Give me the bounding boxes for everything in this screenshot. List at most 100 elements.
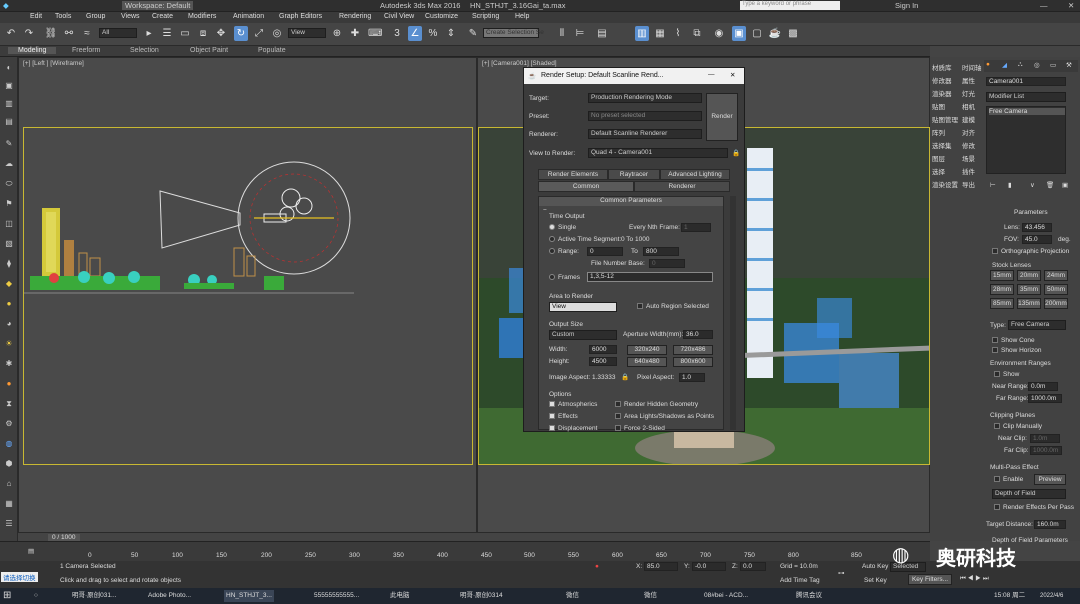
time-slider[interactable]: 0 / 1000 (48, 534, 80, 541)
ortho-checkbox[interactable]: Orthographic Projection (992, 248, 1069, 255)
frames-input[interactable]: 1,3,5-12 (587, 272, 713, 282)
selection-filter-dropdown[interactable]: All (99, 28, 137, 38)
key-filters-button[interactable]: Key Filters... (908, 574, 952, 585)
menu-edit[interactable]: Edit (30, 13, 42, 20)
timeline[interactable]: 0 / 1000 ▤ 0 50 100 150 200 250 300 350 … (0, 534, 930, 561)
plugin-label[interactable]: 贴图 (932, 101, 945, 111)
scale-icon[interactable]: ⤢ (252, 26, 266, 41)
atmospherics-checkbox[interactable]: Atmospherics (549, 401, 597, 408)
configure-sets-icon[interactable]: ▣ (1062, 181, 1068, 189)
tab-render-elements[interactable]: Render Elements (538, 169, 608, 180)
dialog-close-icon[interactable]: ✕ (730, 71, 735, 79)
auto-key-button[interactable]: Auto Key (862, 563, 888, 570)
dialog-scrollbar[interactable] (730, 196, 736, 430)
menu-customize[interactable]: Customize (425, 13, 458, 20)
taskbar-item[interactable]: 明哥·原创031... (72, 590, 116, 602)
make-unique-icon[interactable]: ∨ (1030, 181, 1035, 189)
far-range-input[interactable]: 1000.0m (1028, 394, 1062, 403)
force-2-sided-checkbox[interactable]: Force 2-Sided (615, 425, 665, 432)
tool-8-icon[interactable]: ⚑ (3, 199, 15, 210)
bind-spacewarp-icon[interactable]: ≈ (80, 26, 94, 41)
plugin-label[interactable]: 场景 (962, 153, 975, 163)
ribbon-tab-populate[interactable]: Populate (258, 47, 286, 54)
env-show-checkbox[interactable]: Show (994, 371, 1019, 378)
dialog-minimize-icon[interactable]: — (708, 71, 715, 78)
hierarchy-tab-icon[interactable]: ⛬ (1018, 61, 1023, 69)
tool-7-icon[interactable]: ⬭ (3, 179, 15, 190)
ribbon-tab-modeling[interactable]: Modeling (8, 47, 57, 54)
preset-800x600-button[interactable]: 800x600 (673, 357, 713, 367)
preset-320x240-button[interactable]: 320x240 (627, 345, 667, 355)
show-end-result-icon[interactable]: ▮ (1008, 181, 1012, 189)
show-horizon-checkbox[interactable]: Show Horizon (992, 347, 1041, 354)
viewport-left[interactable]: [+] [Left ] [Wireframe] (18, 57, 477, 533)
lens-85mm-button[interactable]: 85mm (990, 298, 1014, 309)
single-radio[interactable]: Single (549, 224, 576, 231)
plugin-label[interactable]: 导出 (962, 179, 975, 189)
material-editor-icon[interactable]: ◉ (712, 26, 726, 41)
modify-tab-icon[interactable]: ◢ (1002, 61, 1007, 69)
clock-time[interactable]: 15:08 周二 (994, 590, 1025, 602)
close-icon[interactable]: ✕ (1068, 1, 1074, 10)
z-coord-input[interactable]: 0.0 (740, 562, 766, 571)
area-lights-checkbox[interactable]: Area Lights/Shadows as Points (615, 413, 714, 420)
ribbon-tab-selection[interactable]: Selection (130, 47, 159, 54)
rendered-frame-icon[interactable]: ▢ (750, 26, 764, 41)
snaps-toggle-icon[interactable]: 3 (390, 26, 404, 41)
unlink-icon[interactable]: ⚯ (62, 26, 76, 41)
viewport-camera-label[interactable]: [+] [Camera001] [Shaded] (482, 60, 557, 67)
plugin-label[interactable]: 对齐 (962, 127, 975, 137)
rollout-toggle-icon[interactable]: − (543, 207, 547, 214)
tool-13-icon[interactable]: ● (3, 299, 15, 310)
view-to-render-dropdown[interactable]: Quad 4 - Camera001 (588, 148, 728, 158)
render-setup-icon[interactable]: ▣ (732, 26, 746, 41)
clip-manually-checkbox[interactable]: Clip Manually (994, 423, 1042, 430)
isolate-icon[interactable]: ● (595, 563, 599, 570)
lens-135mm-button[interactable]: 135mm (1017, 298, 1041, 309)
auto-region-checkbox[interactable]: Auto Region Selected (637, 303, 709, 310)
ref-coord-dropdown[interactable]: View (288, 28, 326, 38)
x-coord-input[interactable]: 85.0 (644, 562, 678, 571)
align-icon[interactable]: ⊨ (573, 26, 587, 41)
target-distance-input[interactable]: 160.0m (1034, 520, 1066, 529)
lens-28mm-button[interactable]: 28mm (990, 284, 1014, 295)
tool-14-icon[interactable]: ◕ (3, 319, 15, 330)
angle-snap-icon[interactable]: ∠ (408, 26, 422, 41)
object-name-input[interactable]: Camera001 (986, 77, 1066, 86)
redo-icon[interactable]: ↷ (22, 26, 36, 41)
keyboard-shortcut-icon[interactable]: ⌨ (368, 26, 382, 41)
tool-5-icon[interactable]: ✎ (3, 139, 15, 150)
tool-17-icon[interactable]: ● (3, 379, 15, 390)
tool-23-icon[interactable]: ▦ (3, 499, 15, 510)
preset-dropdown[interactable]: No preset selected (588, 111, 702, 121)
tool-22-icon[interactable]: ⌂ (3, 479, 15, 490)
pin-stack-icon[interactable]: ⊢ (990, 181, 996, 189)
viewport-left-label[interactable]: [+] [Left ] [Wireframe] (23, 60, 84, 67)
select-manipulate-icon[interactable]: ✚ (348, 26, 362, 41)
ribbon-tab-freeform[interactable]: Freeform (72, 47, 100, 54)
plugin-label[interactable]: 图层 (932, 153, 945, 163)
menu-create[interactable]: Create (152, 13, 173, 20)
renderer-dropdown[interactable]: Default Scanline Renderer (588, 129, 702, 139)
preset-640x480-button[interactable]: 640x480 (627, 357, 667, 367)
select-object-icon[interactable]: ▸ (142, 26, 156, 41)
tool-19-icon[interactable]: ⚙ (3, 419, 15, 430)
frames-radio[interactable]: Frames (549, 274, 580, 281)
taskbar-item[interactable]: 微信 (644, 590, 657, 602)
scene-explorer-icon[interactable]: ▥ (635, 26, 649, 41)
rotate-icon[interactable]: ↻ (234, 26, 248, 41)
lens-input[interactable]: 43.456 (1022, 223, 1052, 232)
window-crossing-icon[interactable]: ⧈ (196, 26, 210, 41)
curve-editor-icon[interactable]: ⌇ (671, 26, 685, 41)
lens-24mm-button[interactable]: 24mm (1044, 270, 1068, 281)
menu-views[interactable]: Views (121, 13, 140, 20)
tool-11-icon[interactable]: ⧫ (3, 259, 15, 270)
tool-10-icon[interactable]: ▧ (3, 239, 15, 250)
range-from-input[interactable]: 0 (587, 247, 623, 256)
plugin-label[interactable]: 灯光 (962, 88, 975, 98)
taskbar-item[interactable]: 明哥·原创0314 (460, 590, 503, 602)
plugin-label[interactable]: 建模 (962, 114, 975, 124)
lens-35mm-button[interactable]: 35mm (1017, 284, 1041, 295)
menu-modifiers[interactable]: Modifiers (188, 13, 216, 20)
tab-renderer[interactable]: Renderer (634, 181, 730, 192)
